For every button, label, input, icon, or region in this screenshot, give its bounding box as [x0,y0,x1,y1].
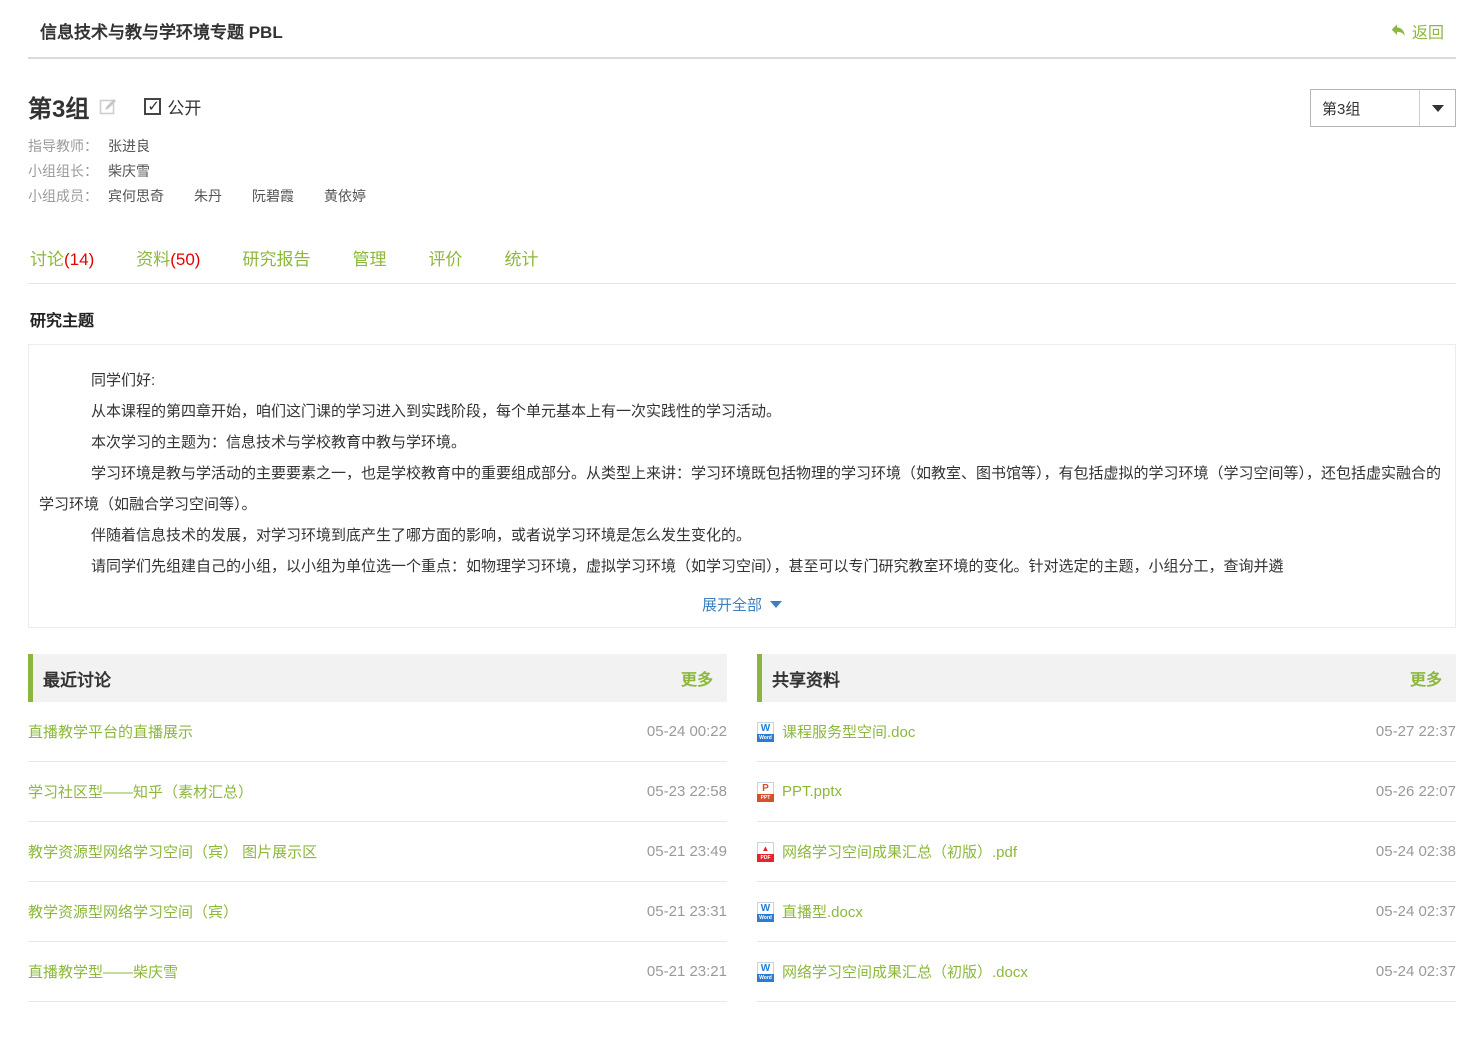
page-title: 信息技术与教与学环境专题 PBL [40,18,283,43]
topic-paragraph: 从本课程的第四章开始，咱们这门课的学习进入到实践阶段，每个单元基本上有一次实践性… [39,396,1445,427]
public-label: 公开 [167,94,201,119]
leader-label: 小组组长： [28,163,98,179]
file-row: WWord 网络学习空间成果汇总（初版）.docx 05-24 02:37 [757,942,1456,1002]
file-link[interactable]: 直播型.docx [782,901,863,922]
file-link[interactable]: PPT.pptx [782,783,842,800]
file-row: WWord 直播型.docx 05-24 02:37 [757,882,1456,942]
group-info-block: 第3组 公开 指导教师： 张进良 小组组长： 柴庆雪 小组成员： 宾何思奇 朱丹 阮碧霞 黄… [28,89,396,209]
file-date: 05-26 22:07 [1376,783,1456,800]
back-label: 返回 [1412,19,1444,43]
members-label: 小组成员： [28,188,98,204]
discussion-row: 直播教学平台的直播展示 05-24 00:22 [28,702,727,762]
pdf-file-icon: ▲PDF [757,842,774,862]
group-selector-value: 第3组 [1311,90,1419,126]
tab-evaluation[interactable]: 评价 [428,245,462,270]
member-name: 黄依婷 [324,188,366,204]
expand-all-link[interactable]: 展开全部 [702,594,782,615]
file-link[interactable]: 课程服务型空间.doc [782,721,915,742]
dropdown-arrow-icon[interactable] [1419,90,1455,126]
discussions-panel-header: 最近讨论 更多 [28,654,727,702]
tab-report[interactable]: 研究报告 [242,245,310,270]
discussion-link[interactable]: 直播教学型——柴庆雪 [28,961,178,982]
discussion-row: 学习社区型——知乎（素材汇总） 05-23 22:58 [28,762,727,822]
topic-paragraph: 伴随着信息技术的发展，对学习环境到底产生了哪方面的影响，或者说学习环境是怎么发生… [39,520,1445,551]
discussions-panel-title: 最近讨论 [43,666,111,691]
file-date: 05-24 02:38 [1376,843,1456,860]
member-name: 朱丹 [194,188,222,204]
discussion-link[interactable]: 教学资源型网络学习空间（宾） [28,901,238,922]
files-more-link[interactable]: 更多 [1410,666,1442,690]
file-date: 05-27 22:37 [1376,723,1456,740]
leader-row: 小组组长： 柴庆雪 [28,159,396,184]
teacher-name: 张进良 [108,138,150,154]
topic-paragraph: 本次学习的主题为：信息技术与学校教育中教与学环境。 [39,427,1445,458]
shared-files-panel: 共享资料 更多 WWord 课程服务型空间.doc 05-27 22:37 PP… [757,654,1456,1002]
public-toggle[interactable]: 公开 [144,94,201,119]
file-date: 05-24 02:37 [1376,963,1456,980]
discussion-date: 05-23 22:58 [647,783,727,800]
word-file-icon: WWord [757,722,774,742]
discussion-date: 05-21 23:21 [647,963,727,980]
back-link[interactable]: 返回 [1390,19,1444,43]
public-checkbox[interactable] [144,98,161,115]
top-bar: 信息技术与教与学环境专题 PBL 返回 [28,0,1456,57]
leader-name: 柴庆雪 [108,163,150,179]
discussion-date: 05-21 23:31 [647,903,727,920]
topic-heading: 研究主题 [28,307,1456,331]
edit-icon[interactable] [99,97,118,116]
member-name: 宾何思奇 [108,188,164,204]
expand-arrow-icon [770,601,782,608]
discussion-row: 直播教学型——柴庆雪 05-21 23:21 [28,942,727,1002]
tab-materials-count: (50) [170,250,200,269]
recent-discussions-panel: 最近讨论 更多 直播教学平台的直播展示 05-24 00:22 学习社区型——知… [28,654,727,1002]
members-row: 小组成员： 宾何思奇 朱丹 阮碧霞 黄依婷 [28,184,396,209]
topic-paragraph: 请同学们先组建自己的小组，以小组为单位选一个重点：如物理学习环境，虚拟学习环境（… [39,551,1445,582]
back-arrow-icon [1390,22,1407,39]
discussion-link[interactable]: 直播教学平台的直播展示 [28,721,193,742]
discussion-date: 05-24 00:22 [647,723,727,740]
expand-all-label: 展开全部 [702,594,762,615]
group-name: 第3组 [28,89,89,124]
teacher-label: 指导教师： [28,138,98,154]
discussion-link[interactable]: 教学资源型网络学习空间（宾） 图片展示区 [28,841,317,862]
files-panel-header: 共享资料 更多 [757,654,1456,702]
word-file-icon: WWord [757,902,774,922]
tab-divider [28,283,1456,284]
discussions-more-link[interactable]: 更多 [681,666,713,690]
discussion-link[interactable]: 学习社区型——知乎（素材汇总） [28,781,253,802]
file-row: PPPT PPT.pptx 05-26 22:07 [757,762,1456,822]
topic-box: 同学们好: 从本课程的第四章开始，咱们这门课的学习进入到实践阶段，每个单元基本上… [28,344,1456,628]
discussion-row: 教学资源型网络学习空间（宾） 图片展示区 05-21 23:49 [28,822,727,882]
tab-manage[interactable]: 管理 [352,245,386,270]
tab-discussion-count: (14) [64,250,94,269]
tab-discussion[interactable]: 讨论(14) [30,245,94,270]
group-selector[interactable]: 第3组 [1310,89,1456,127]
page: 信息技术与教与学环境专题 PBL 返回 第3组 公开 [0,0,1484,1002]
group-header: 第3组 公开 指导教师： 张进良 小组组长： 柴庆雪 小组成员： 宾何思奇 朱丹 阮碧霞 黄… [28,89,1456,209]
tab-materials[interactable]: 资料(50) [136,245,200,270]
tab-bar: 讨论(14) 资料(50) 研究报告 管理 评价 统计 [28,245,1456,270]
discussion-date: 05-21 23:49 [647,843,727,860]
file-link[interactable]: 网络学习空间成果汇总（初版）.docx [782,961,1028,982]
discussion-row: 教学资源型网络学习空间（宾） 05-21 23:31 [28,882,727,942]
file-date: 05-24 02:37 [1376,903,1456,920]
member-name: 阮碧霞 [252,188,294,204]
topic-paragraph: 同学们好: [39,365,1445,396]
files-panel-title: 共享资料 [772,666,840,691]
word-file-icon: WWord [757,962,774,982]
file-row: ▲PDF 网络学习空间成果汇总（初版）.pdf 05-24 02:38 [757,822,1456,882]
file-row: WWord 课程服务型空间.doc 05-27 22:37 [757,702,1456,762]
header-divider [28,57,1456,59]
teacher-row: 指导教师： 张进良 [28,134,396,159]
topic-paragraph: 学习环境是教与学活动的主要要素之一，也是学校教育中的重要组成部分。从类型上来讲：… [39,458,1445,520]
tab-statistics[interactable]: 统计 [504,245,538,270]
ppt-file-icon: PPPT [757,782,774,802]
file-link[interactable]: 网络学习空间成果汇总（初版）.pdf [782,841,1017,862]
